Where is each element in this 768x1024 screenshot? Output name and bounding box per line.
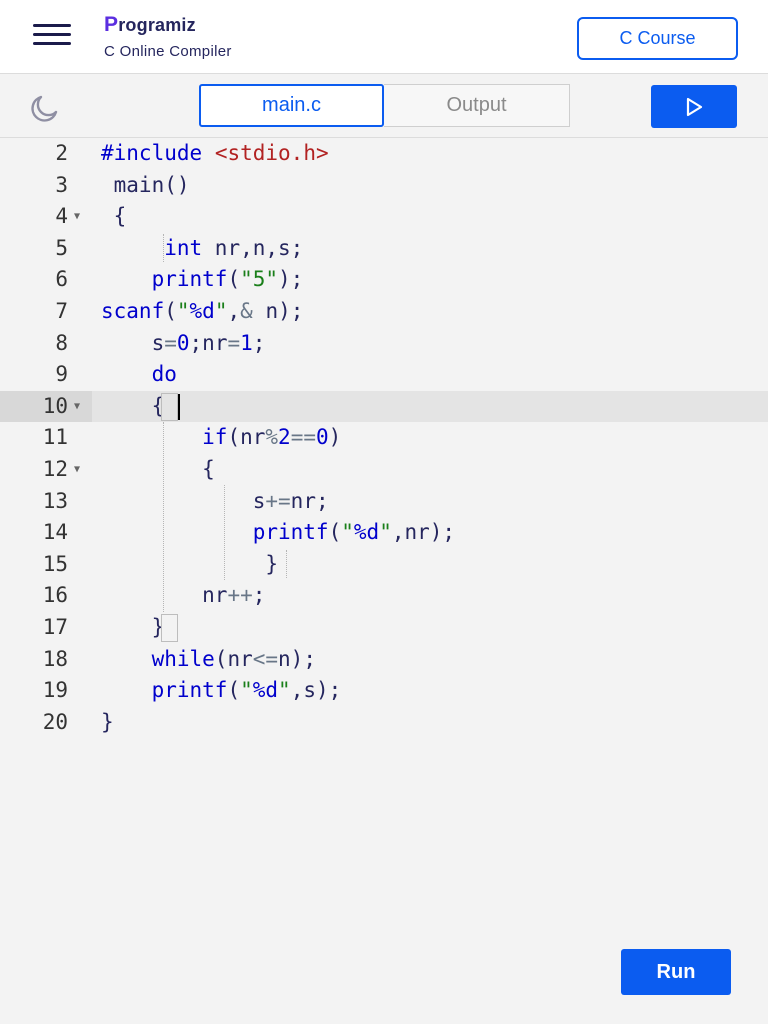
run-button[interactable]: Run (621, 949, 731, 995)
line-number: 19 (42, 678, 68, 703)
line-number: 7 (55, 299, 68, 323)
line-number: 13 (42, 488, 68, 513)
code-text: nr++; (101, 583, 266, 608)
code-text: } (101, 615, 165, 639)
logo-initial: P (104, 13, 119, 36)
code-text: s+=nr; (101, 488, 329, 513)
code-line: 7 scanf("%d",& n); (0, 296, 768, 328)
tab-main-c[interactable]: main.c (199, 84, 384, 127)
logo-text: rogramiz (118, 15, 196, 35)
line-number: 14 (42, 520, 68, 545)
code-text: } (101, 709, 114, 734)
code-line: 11 if(nr%2==0) (0, 422, 768, 454)
programiz-logo[interactable]: Programiz (104, 13, 196, 37)
code-text: } (101, 551, 279, 576)
indent-guide (286, 550, 287, 578)
matching-brace-open (161, 393, 178, 421)
code-line: 4 ▼ { (0, 201, 768, 233)
code-text: if(nr%2==0) (202, 425, 342, 450)
indent-guide (163, 422, 164, 612)
text-cursor (178, 394, 180, 420)
indent-guide (163, 234, 164, 262)
c-course-button[interactable]: C Course (577, 17, 738, 60)
code-text: do (151, 362, 177, 387)
code-line: 16 nr++; (0, 580, 768, 612)
line-number: 12 (42, 457, 68, 481)
code-text: main() (101, 172, 190, 197)
code-text: { (101, 204, 127, 229)
code-line: 15 } (0, 549, 768, 581)
code-line: 13 s+=nr; (0, 486, 768, 518)
run-code-button[interactable] (651, 85, 737, 128)
fold-arrow-icon[interactable]: ▼ (74, 454, 80, 486)
line-number: 17 (42, 615, 68, 639)
page-subtitle: C Online Compiler (104, 43, 232, 60)
fold-arrow-icon[interactable]: ▼ (74, 201, 80, 233)
line-number: 5 (55, 235, 68, 260)
code-text: printf("5"); (151, 267, 304, 292)
line-number: 11 (42, 425, 68, 450)
code-line: 14 printf("%d",nr); (0, 517, 768, 549)
code-line: 12 ▼ { (0, 454, 768, 486)
play-icon (686, 97, 703, 116)
line-number: 8 (55, 330, 68, 355)
menu-icon[interactable] (33, 22, 71, 48)
line-number: 2 (55, 141, 68, 165)
line-number: 6 (55, 267, 68, 292)
matching-brace-close (161, 614, 178, 642)
code-line: 8 s=0;nr=1; (0, 328, 768, 360)
code-line: 19 printf("%d",s); (0, 675, 768, 707)
line-number: 10 (42, 393, 68, 418)
indent-guide (224, 485, 225, 580)
code-text: while(nr<=n); (151, 646, 316, 671)
code-line: 9 do (0, 359, 768, 391)
editor-toolbar: main.c Output (0, 74, 768, 138)
code-text: int nr,n,s; (164, 235, 304, 260)
moon-icon[interactable] (28, 93, 60, 125)
code-line-active: 10 ▼ { (0, 390, 768, 423)
tab-output[interactable]: Output (384, 84, 570, 127)
code-text: { (101, 457, 215, 481)
fold-arrow-icon[interactable]: ▼ (74, 391, 80, 423)
code-line: 20 } (0, 707, 768, 739)
code-line: 2 #include <stdio.h> (0, 138, 768, 170)
line-number: 9 (55, 362, 68, 387)
line-number: 16 (42, 583, 68, 608)
code-text: { (101, 393, 165, 418)
code-line: 3 main() (0, 170, 768, 202)
app-header: Programiz C Online Compiler C Course (0, 0, 768, 74)
code-line: 17 } (0, 612, 768, 644)
code-editor[interactable]: 2 #include <stdio.h> 3 main() 4 ▼ { 5 in… (0, 138, 768, 778)
code-text: printf("%d",nr); (252, 520, 456, 545)
line-number: 18 (42, 646, 68, 671)
line-number: 20 (42, 709, 68, 734)
code-line: 18 while(nr<=n); (0, 644, 768, 676)
line-number: 4 (55, 204, 68, 229)
line-number: 3 (55, 172, 68, 197)
code-text: scanf("%d",& n); (101, 299, 304, 323)
line-number: 15 (42, 551, 68, 576)
code-line: 6 printf("5"); (0, 264, 768, 296)
code-line: 5 int nr,n,s; (0, 233, 768, 265)
code-text: s=0;nr=1; (101, 330, 266, 355)
code-text: printf("%d",s); (151, 678, 342, 703)
code-text: #include <stdio.h> (101, 141, 329, 165)
